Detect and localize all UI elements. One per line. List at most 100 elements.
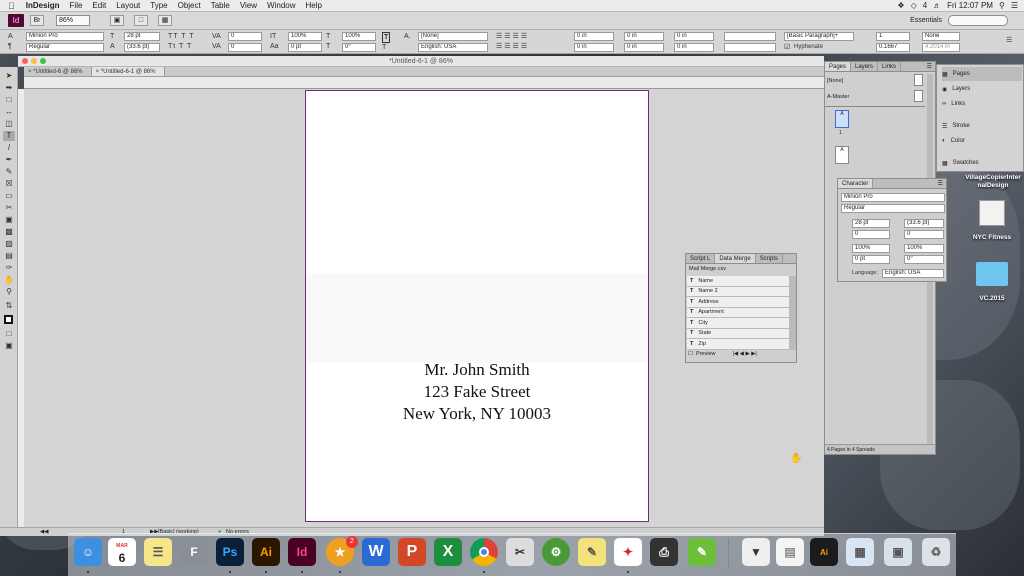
char-leading-field[interactable]: (33.6 pt) — [904, 219, 944, 228]
column-span-field[interactable]: None — [922, 32, 960, 41]
menu-view[interactable]: View — [235, 0, 262, 12]
tracking-field[interactable]: 0 — [228, 43, 262, 52]
char-tracking-field[interactable]: 0 — [904, 230, 944, 239]
desktop-icon-village-copier[interactable]: VillageCopierInternalDesign — [964, 174, 1022, 190]
apple-menu-icon[interactable]:  — [0, 0, 21, 12]
empty-text-frame[interactable] — [306, 273, 648, 363]
all-caps-icon[interactable]: TT T T — [168, 32, 195, 41]
content-collector-icon[interactable]: ◫ — [3, 119, 15, 129]
text-stroke-icon[interactable]: T — [382, 43, 386, 52]
list-item[interactable]: T Name — [687, 276, 789, 287]
vertical-scale-field[interactable]: 100% — [288, 32, 322, 41]
list-item[interactable]: T Zip — [687, 339, 789, 350]
character-panel-tab[interactable]: Character — [838, 179, 874, 188]
menu-type[interactable]: Type — [145, 0, 172, 12]
menu-window[interactable]: Window — [262, 0, 300, 12]
printer-icon[interactable]: ⎙ — [650, 538, 678, 566]
dock-pages[interactable]: ▦ Pages — [942, 67, 1022, 81]
baseline-shift-field[interactable]: 0 pt — [288, 43, 322, 52]
notes-icon[interactable]: ☰ — [144, 538, 172, 566]
rectangle-tool-icon[interactable]: ▭ — [3, 191, 15, 201]
menu-layout[interactable]: Layout — [111, 0, 145, 12]
document-stack-icon[interactable]: ▤ — [776, 538, 804, 566]
columns-field[interactable]: 1 — [876, 32, 910, 41]
volume-icon[interactable]: ♬ — [933, 1, 941, 10]
dock-stroke[interactable]: ☰ Stroke — [942, 119, 970, 133]
photoshop-icon[interactable]: Ps — [216, 538, 244, 566]
selection-tool-icon[interactable]: ➤ — [3, 71, 15, 81]
char-language-field[interactable]: English: USA — [882, 269, 944, 278]
tab-untitled-6[interactable]: × *Untitled-6 @ 86% — [24, 67, 92, 76]
stickies-icon[interactable]: ✎ — [578, 538, 606, 566]
notifications-icon[interactable]: ☰ — [1011, 1, 1018, 10]
menu-edit[interactable]: Edit — [87, 0, 111, 12]
menu-app-name[interactable]: InDesign — [21, 0, 65, 12]
character-style-field[interactable]: [None] — [418, 32, 488, 41]
zoom-window-icon[interactable] — [40, 58, 46, 64]
tab-pages[interactable]: Pages — [825, 62, 852, 71]
last-line-indent-field[interactable]: 0 in — [624, 43, 664, 52]
desktop-icon-vc-2015[interactable]: VC.2015 — [960, 295, 1024, 302]
space-after-field[interactable]: 0 in — [674, 43, 714, 52]
calendar-icon[interactable]: MAR 6 — [108, 538, 136, 566]
hyphenate-checkbox[interactable]: ☑ — [784, 43, 790, 52]
first-page-icon[interactable]: ◀◀ — [40, 528, 48, 537]
menu-file[interactable]: File — [65, 0, 88, 12]
address-line-city[interactable]: New York, NY 10003 — [306, 403, 648, 425]
minimize-window-icon[interactable] — [31, 58, 37, 64]
dock-layers[interactable]: ◉ Layers — [942, 82, 970, 96]
paragraph-style-field[interactable]: [Basic Paragraph]+ — [784, 32, 854, 41]
small-caps-icon[interactable]: Tt T T — [168, 42, 192, 51]
powerpoint-icon[interactable]: P — [398, 538, 426, 566]
desktop-icon-nyc-fitness[interactable]: NYC Fitness — [960, 234, 1024, 241]
acrobat-icon[interactable]: ✦ — [614, 538, 642, 566]
stroke-swatch-icon[interactable] — [4, 315, 13, 324]
char-baseline-field[interactable]: 0 pt — [852, 255, 890, 264]
type-tool-icon[interactable]: T — [3, 131, 15, 141]
a-master-thumb[interactable] — [914, 90, 923, 102]
page-2-thumb[interactable]: A — [835, 146, 849, 164]
text-fill-icon[interactable]: T — [382, 32, 391, 43]
document-page[interactable]: Mr. John Smith 123 Fake Street New York,… — [305, 90, 649, 522]
char-font-field[interactable]: Minion Pro — [841, 193, 945, 202]
battery-count[interactable]: 4 — [923, 1, 927, 10]
finder-icon[interactable]: ☺ — [74, 538, 102, 566]
arrange-documents-button[interactable]: ▦ — [158, 15, 172, 26]
align-left-icon[interactable]: ☰☰☰☰ — [496, 32, 529, 41]
screen-mode-button[interactable]: □ — [134, 15, 148, 26]
space-before-field[interactable]: 0 in — [674, 32, 714, 41]
view-options-button[interactable]: ▣ — [110, 15, 124, 26]
character-mode-icon[interactable]: A — [8, 32, 13, 41]
char-style-field[interactable]: Regular — [841, 204, 945, 213]
hand-tool-icon[interactable]: ✋ — [3, 275, 15, 285]
address-line-street[interactable]: 123 Fake Street — [306, 381, 648, 403]
none-master[interactable]: [None] — [827, 78, 843, 84]
tab-script-label[interactable]: Script L — [686, 254, 716, 263]
right-indent-field[interactable]: 0 in — [624, 32, 664, 41]
list-item[interactable]: T State — [687, 328, 789, 339]
pencil-tool-icon[interactable]: ✎ — [3, 167, 15, 177]
menu-help[interactable]: Help — [301, 0, 327, 12]
dock-color[interactable]: ◐ Color — [942, 134, 965, 148]
fill-stroke-swap-icon[interactable]: ⇅ — [3, 301, 15, 311]
rectangle-frame-tool-icon[interactable]: ☒ — [3, 179, 15, 189]
left-indent-field[interactable]: 0 in — [574, 32, 614, 41]
folder-icon[interactable] — [976, 262, 1008, 286]
wifi-icon[interactable]: ◇ — [911, 1, 917, 10]
zoom-level-field[interactable]: 86% — [56, 15, 90, 26]
screenshot-stack-icon[interactable]: ▦ — [846, 538, 874, 566]
horizontal-ruler[interactable] — [24, 77, 824, 89]
note-tool-icon[interactable]: ▤ — [3, 251, 15, 261]
panel-menu-icon[interactable]: ☰ — [1006, 36, 1012, 45]
ai-file-stack-icon[interactable]: Ai — [810, 538, 838, 566]
gradient-feather-tool-icon[interactable]: ▨ — [3, 239, 15, 249]
screen-mode-icon[interactable]: ▣ — [3, 341, 15, 351]
a-master[interactable]: A-Master — [827, 94, 849, 100]
list-item[interactable]: T Apartment — [687, 307, 789, 318]
font-size-field[interactable]: 28 pt — [124, 32, 160, 41]
dock-swatches[interactable]: ▦ Swatches — [942, 156, 979, 170]
panel-menu-icon[interactable]: ☰ — [938, 179, 946, 188]
preview-checkbox[interactable]: ☐ — [688, 351, 693, 357]
paragraph-mode-icon[interactable]: ¶ — [8, 42, 12, 51]
evernote-icon[interactable]: ✎ — [688, 538, 716, 566]
